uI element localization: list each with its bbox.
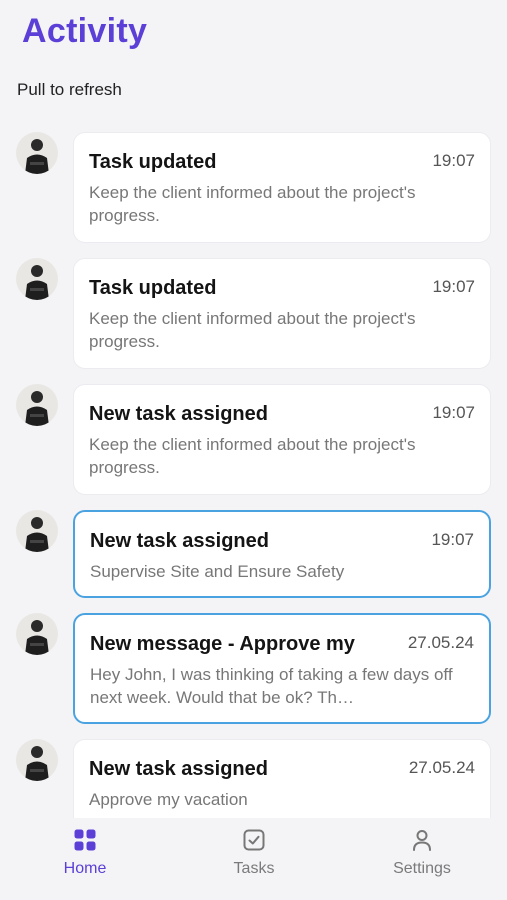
activity-description: Keep the client informed about the proje… <box>89 183 416 225</box>
activity-title: New message - Approve my <box>90 633 355 655</box>
avatar <box>16 258 58 300</box>
nav-tasks[interactable]: Tasks <box>194 828 314 878</box>
avatar <box>16 384 58 426</box>
nav-settings-label: Settings <box>393 860 451 877</box>
nav-settings[interactable]: Settings <box>362 828 482 878</box>
activity-card[interactable]: New task assigned 19:07 Keep the client … <box>73 384 491 495</box>
activity-description: Keep the client informed about the proje… <box>89 435 416 477</box>
activity-description: Hey John, I was thinking of taking a few… <box>90 665 453 707</box>
activity-time: 27.05.24 <box>407 633 474 652</box>
activity-time: 19:07 <box>432 277 475 296</box>
activity-description: Keep the client informed about the proje… <box>89 309 416 351</box>
avatar <box>16 510 58 552</box>
activity-time: 19:07 <box>432 403 475 422</box>
grid-icon <box>74 829 96 851</box>
checkbox-icon <box>243 829 265 851</box>
activity-card-unread[interactable]: New message - Approve my 27.05.24 Hey Jo… <box>73 613 491 724</box>
nav-tasks-label: Tasks <box>233 860 275 877</box>
activity-card[interactable]: Task updated 19:07 Keep the client infor… <box>73 258 491 369</box>
avatar <box>16 739 58 781</box>
activity-title: New task assigned <box>89 403 268 425</box>
pull-to-refresh-hint: Pull to refresh <box>17 80 122 99</box>
activity-title: Task updated <box>89 151 217 173</box>
activity-description: Approve my vacation <box>89 790 248 809</box>
activity-feed[interactable]: Activity Pull to refresh Task updated 19… <box>0 0 507 818</box>
activity-time: 27.05.24 <box>408 758 475 777</box>
activity-card[interactable]: Task updated 19:07 Keep the client infor… <box>73 132 491 243</box>
activity-card-unread[interactable]: New task assigned 19:07 Supervise Site a… <box>73 510 491 598</box>
activity-description: Supervise Site and Ensure Safety <box>90 562 345 581</box>
activity-title: New task assigned <box>89 758 268 780</box>
nav-home-label: Home <box>63 860 107 877</box>
activity-title: Task updated <box>89 277 217 299</box>
avatar <box>16 132 58 174</box>
activity-card[interactable]: New task assigned 27.05.24 Approve my va… <box>73 739 491 818</box>
bottom-navigation: Home Tasks Settings <box>0 818 507 900</box>
activity-time: 19:07 <box>431 530 474 549</box>
activity-time: 19:07 <box>432 151 475 170</box>
avatar <box>16 613 58 655</box>
person-icon <box>413 830 431 851</box>
activity-title: New task assigned <box>90 530 269 552</box>
nav-home[interactable]: Home <box>25 828 145 878</box>
page-title: Activity <box>22 12 148 50</box>
